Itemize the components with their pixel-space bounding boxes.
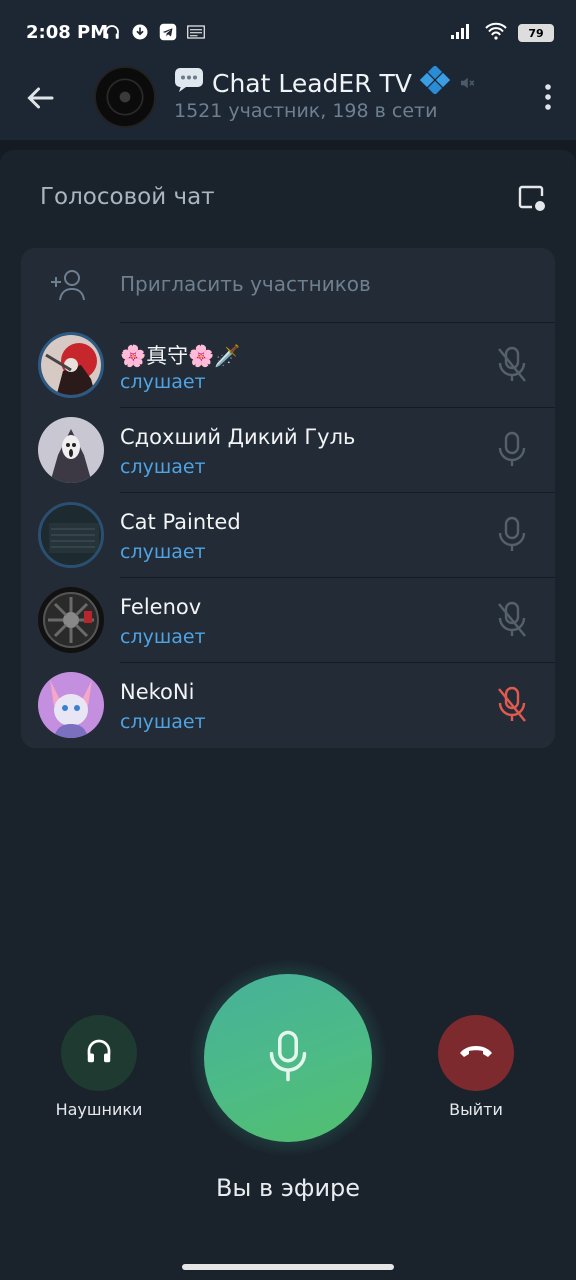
microphone-toggle-button[interactable] <box>204 974 372 1142</box>
avatar <box>38 502 104 568</box>
more-options-icon[interactable] <box>542 82 554 112</box>
clock: 2:08 PM <box>26 22 109 43</box>
participant-row[interactable]: NekoNi слушает <box>21 662 555 747</box>
mic-muted-icon[interactable] <box>495 686 529 724</box>
diamond-icon <box>419 64 450 100</box>
participant-row[interactable]: Сдохший Дикий Гуль слушает <box>21 407 555 492</box>
voice-chat-title: Голосовой чат <box>40 184 215 210</box>
participant-name: NekoNi <box>120 680 195 704</box>
battery-indicator: 79 <box>518 24 554 42</box>
avatar <box>38 587 104 653</box>
telegram-icon <box>158 22 178 42</box>
participant-name: Cat Painted <box>120 510 241 534</box>
leave-label: Выйти <box>449 1100 503 1119</box>
participant-status: слушает <box>120 626 206 648</box>
participant-name: 🌸真守🌸🗡️ <box>120 344 241 368</box>
speech-bubble-icon <box>174 67 204 99</box>
mic-icon[interactable] <box>495 431 529 469</box>
avatar <box>38 332 104 398</box>
mic-muted-icon[interactable] <box>495 346 529 384</box>
invite-label: Пригласить участников <box>120 272 371 296</box>
participant-status: слушает <box>120 541 206 563</box>
home-indicator[interactable] <box>182 1264 394 1270</box>
chat-subtitle: 1521 участник, 198 в сети <box>174 100 438 122</box>
headphones-icon <box>84 1036 114 1070</box>
headphones-label: Наушники <box>55 1100 143 1119</box>
avatar <box>38 672 104 738</box>
chat-header: Chat LeadER TV 1521 участник, 198 в сети <box>0 54 576 140</box>
participant-name: Сдохший Дикий Гуль <box>120 425 356 449</box>
picture-in-picture-icon[interactable] <box>518 184 546 212</box>
mute-icon <box>458 69 476 98</box>
chat-title-text: Chat LeadER TV <box>212 68 412 98</box>
invite-participants-button[interactable]: Пригласить участников <box>21 248 555 322</box>
headphones-icon <box>102 22 122 42</box>
divider <box>120 577 555 578</box>
participant-row[interactable]: 🌸真守🌸🗡️ слушает <box>21 322 555 407</box>
mic-icon[interactable] <box>495 516 529 554</box>
add-user-icon <box>49 268 87 302</box>
divider <box>120 322 555 323</box>
participants-list: Пригласить участников 🌸真守🌸🗡️ слушает Сдо… <box>21 248 555 748</box>
news-icon <box>186 22 206 42</box>
participant-status: слушает <box>120 711 206 733</box>
signal-icon <box>450 22 474 44</box>
notification-icons <box>102 22 206 42</box>
participant-name: Felenov <box>120 595 202 619</box>
participant-row[interactable]: Cat Painted слушает <box>21 492 555 577</box>
participant-row[interactable]: Felenov слушает <box>21 577 555 662</box>
leave-call-button[interactable] <box>438 1015 514 1091</box>
participant-status: слушает <box>120 456 206 478</box>
wifi-icon <box>484 22 508 44</box>
avatar <box>38 417 104 483</box>
download-icon <box>130 22 150 42</box>
divider <box>120 407 555 408</box>
divider <box>120 662 555 663</box>
divider <box>120 492 555 493</box>
back-arrow-icon[interactable] <box>22 80 58 116</box>
on-air-status: Вы в эфире <box>215 1174 361 1202</box>
system-indicators: 79 <box>450 22 554 44</box>
mic-muted-icon[interactable] <box>495 601 529 639</box>
chat-avatar[interactable] <box>94 66 156 128</box>
microphone-icon <box>268 1030 308 1086</box>
participant-status: слушает <box>120 371 206 393</box>
chat-title[interactable]: Chat LeadER TV <box>174 64 476 100</box>
hang-up-icon <box>458 1041 494 1065</box>
headphones-button[interactable] <box>61 1015 137 1091</box>
